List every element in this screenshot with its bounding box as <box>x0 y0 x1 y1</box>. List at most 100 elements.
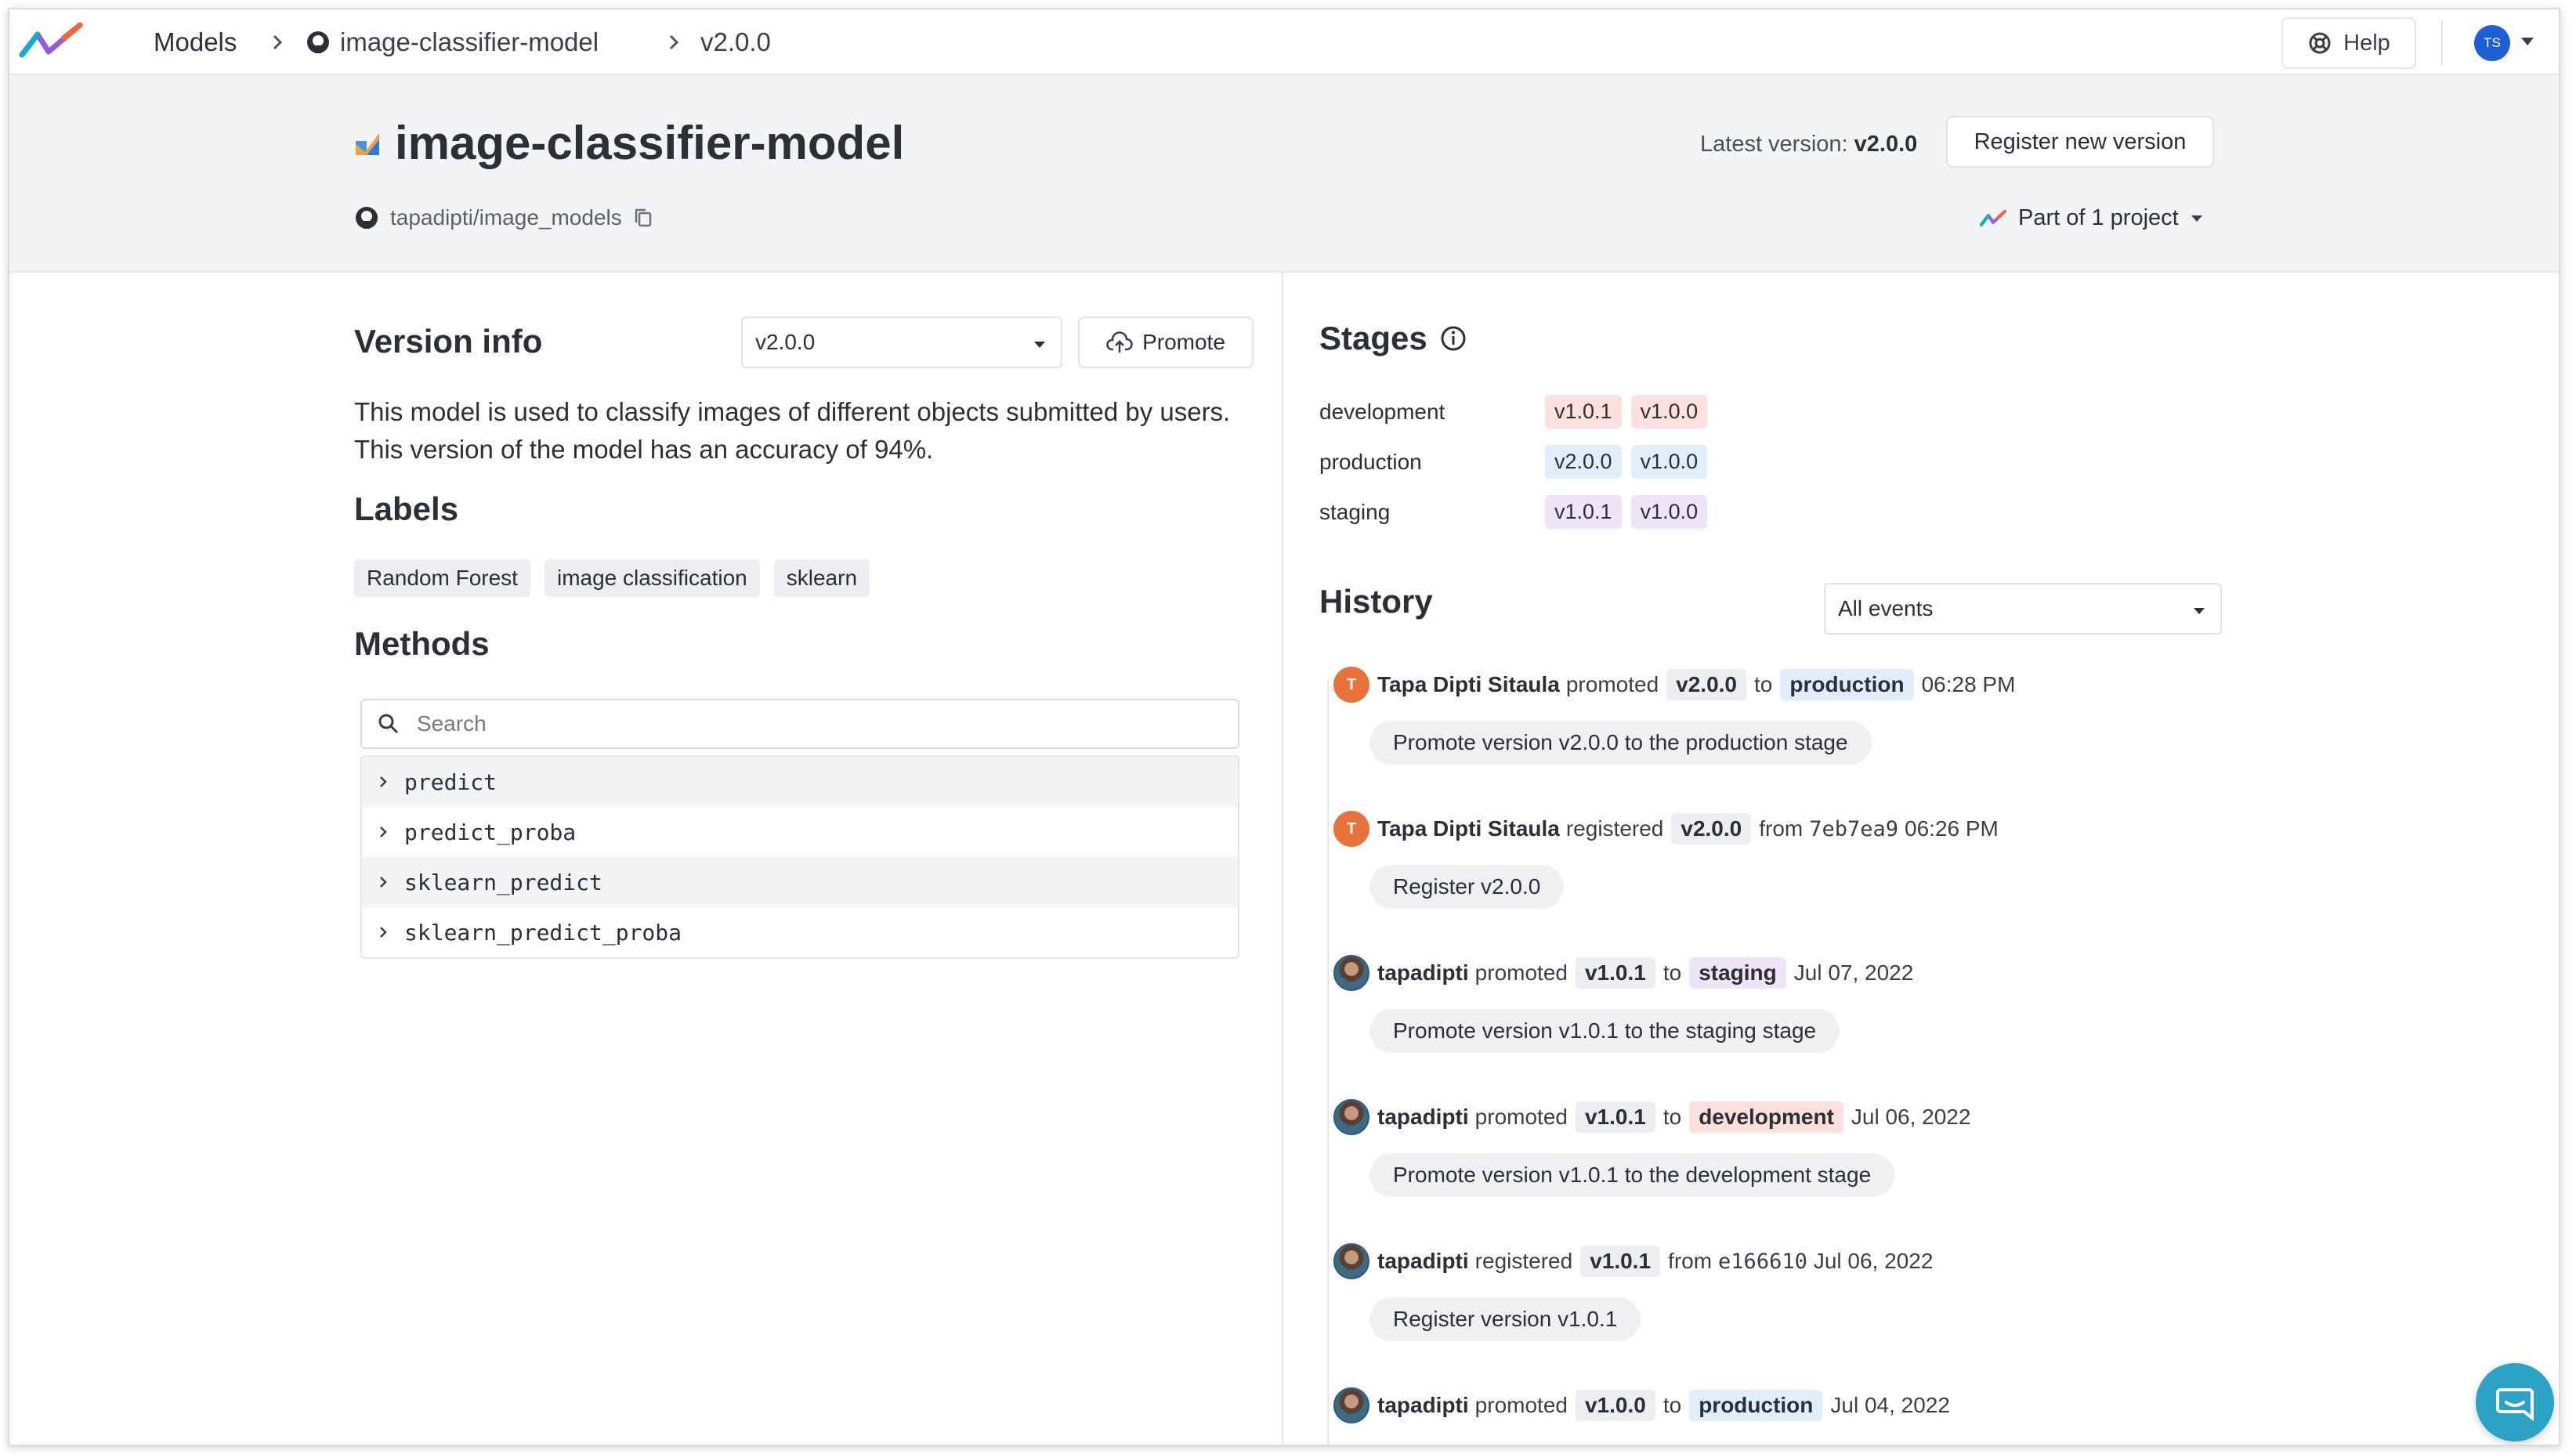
repo-link[interactable]: tapadipti/image_models <box>354 205 653 230</box>
user-avatar[interactable]: TS <box>2474 25 2510 61</box>
latest-version-label: Latest version: <box>1700 132 1848 157</box>
event-action: promoted <box>1474 1105 1568 1129</box>
event-user[interactable]: tapadipti <box>1377 1249 1469 1274</box>
event-time: Jul 04, 2022 <box>1830 1393 1950 1417</box>
model-title-text: image-classifier-model <box>395 117 905 169</box>
breadcrumb-model[interactable]: image-classifier-model <box>306 9 599 75</box>
event-commit[interactable]: 7eb7ea9 <box>1809 817 1898 841</box>
event-version-tag[interactable]: v1.0.1 <box>1575 957 1655 989</box>
method-name: predict <box>404 769 497 795</box>
breadcrumb-model-label: image-classifier-model <box>340 27 599 56</box>
event-version-tag[interactable]: v1.0.1 <box>1580 1246 1661 1277</box>
methods-list: predict predict_proba sklearn_predict sk… <box>360 755 1239 959</box>
search-placeholder: Search <box>417 711 487 736</box>
promote-label: Promote <box>1142 330 1225 354</box>
event-time: Jul 06, 2022 <box>1813 1249 1934 1273</box>
event-version-tag[interactable]: v1.0.1 <box>1575 1101 1655 1133</box>
event-stage-tag[interactable]: production <box>1780 669 1914 700</box>
methods-search-input[interactable]: Search <box>360 699 1239 749</box>
method-item[interactable]: sklearn_predict <box>362 857 1238 907</box>
stage-version-tag[interactable]: v1.0.0 <box>1630 495 1708 529</box>
app-logo-icon[interactable] <box>17 17 88 64</box>
chat-icon <box>2496 1388 2534 1422</box>
github-icon <box>307 31 329 53</box>
avatar <box>1333 1243 1369 1279</box>
model-icon <box>356 132 379 155</box>
chevron-right-icon <box>273 34 283 50</box>
avatar <box>1333 1099 1369 1135</box>
part-of-project-dropdown[interactable]: Part of 1 project <box>1979 205 2204 231</box>
event-note: Promote version v1.0.1 to the developmen… <box>1369 1153 1895 1197</box>
event-user[interactable]: Tapa Dipti Sitaula <box>1377 816 1560 841</box>
method-name: sklearn_predict <box>404 869 602 895</box>
version-select[interactable]: v2.0.0 <box>741 316 1062 368</box>
stage-version-tag[interactable]: v2.0.0 <box>1545 445 1622 479</box>
label-chip: sklearn <box>773 559 870 597</box>
event-version-tag[interactable]: v2.0.0 <box>1671 813 1752 845</box>
event-action: promoted <box>1474 960 1568 985</box>
event-commit[interactable]: e166610 <box>1718 1250 1807 1274</box>
breadcrumb-models[interactable]: Models <box>154 9 237 75</box>
info-icon[interactable] <box>1440 325 1467 352</box>
promote-button[interactable]: Promote <box>1078 316 1254 368</box>
repo-name[interactable]: tapadipti/image_models <box>390 205 622 230</box>
chevron-right-icon <box>380 776 387 787</box>
stage-version-tag[interactable]: v1.0.1 <box>1545 495 1622 529</box>
event-user[interactable]: tapadipti <box>1377 960 1469 986</box>
event-action: registered <box>1565 816 1664 841</box>
stages-title: Stages <box>1319 320 1467 357</box>
event-connector: to <box>1662 960 1682 985</box>
latest-version-value: v2.0.0 <box>1854 132 1918 157</box>
event-stage-tag[interactable]: development <box>1689 1101 1843 1133</box>
register-button-label: Register new version <box>1974 128 2187 154</box>
methods-title: Methods <box>354 625 490 662</box>
event-version-tag[interactable]: v1.0.0 <box>1575 1390 1655 1421</box>
event-line: T Tapa Dipti Sitaula promoted v2.0.0 to … <box>1319 664 2015 705</box>
search-icon <box>378 714 399 734</box>
event-stage-tag[interactable]: staging <box>1689 957 1786 989</box>
avatar: T <box>1333 667 1369 703</box>
breadcrumb-version[interactable]: v2.0.0 <box>700 9 771 75</box>
model-title: image-classifier-model <box>354 116 904 170</box>
event-stage-tag[interactable]: production <box>1689 1390 1823 1421</box>
stage-version-tag[interactable]: v1.0.0 <box>1630 445 1708 479</box>
method-item[interactable]: sklearn_predict_proba <box>362 907 1238 957</box>
help-button[interactable]: Help <box>2281 17 2416 69</box>
stage-version-tag[interactable]: v1.0.1 <box>1545 395 1622 429</box>
model-header: image-classifier-model tapadipti/image_m… <box>9 75 2559 273</box>
version-description: This model is used to classify images of… <box>354 397 1231 464</box>
method-name: sklearn_predict_proba <box>404 919 682 946</box>
project-logo-icon <box>1980 209 2006 226</box>
method-item[interactable]: predict <box>362 757 1238 807</box>
event-user[interactable]: tapadipti <box>1377 1393 1469 1418</box>
stage-version-tag[interactable]: v1.0.0 <box>1630 395 1708 429</box>
register-new-version-button[interactable]: Register new version <box>1946 116 2214 168</box>
event-time: Jul 07, 2022 <box>1793 960 1914 985</box>
cloud-upload-icon <box>1106 331 1133 353</box>
event-note: Register v2.0.0 <box>1369 865 1565 909</box>
event-action: promoted <box>1565 672 1659 696</box>
event-line: tapadipti promoted v1.0.1 to development… <box>1319 1097 1970 1138</box>
method-item[interactable]: predict_proba <box>362 807 1238 857</box>
history-filter-select[interactable]: All events <box>1824 583 2222 635</box>
history-filter-value: All events <box>1838 596 1934 620</box>
method-name: predict_proba <box>404 819 577 845</box>
event-user[interactable]: tapadipti <box>1377 1105 1469 1130</box>
labels-title: Labels <box>354 490 459 527</box>
stage-row-development: development v1.0.1 v1.0.0 <box>1319 395 1717 429</box>
labels-list: Random Forest image classification sklea… <box>354 559 870 597</box>
stage-row-staging: staging v1.0.1 v1.0.0 <box>1319 495 1717 529</box>
chat-support-button[interactable] <box>2476 1363 2554 1441</box>
chevron-right-icon <box>669 34 679 50</box>
chevron-right-icon <box>380 927 387 938</box>
event-user[interactable]: Tapa Dipti Sitaula <box>1377 672 1560 697</box>
caret-down-icon <box>1034 342 1045 348</box>
breadcrumb-models-label: Models <box>154 27 237 56</box>
event-connector: from <box>1668 1249 1713 1273</box>
event-line: tapadipti promoted v1.0.1 to staging Jul… <box>1319 953 1913 993</box>
history-title: History <box>1319 583 1433 620</box>
event-action: registered <box>1474 1249 1573 1273</box>
caret-down-icon[interactable] <box>2520 36 2535 47</box>
copy-icon[interactable] <box>633 207 653 229</box>
event-version-tag[interactable]: v2.0.0 <box>1666 669 1747 700</box>
